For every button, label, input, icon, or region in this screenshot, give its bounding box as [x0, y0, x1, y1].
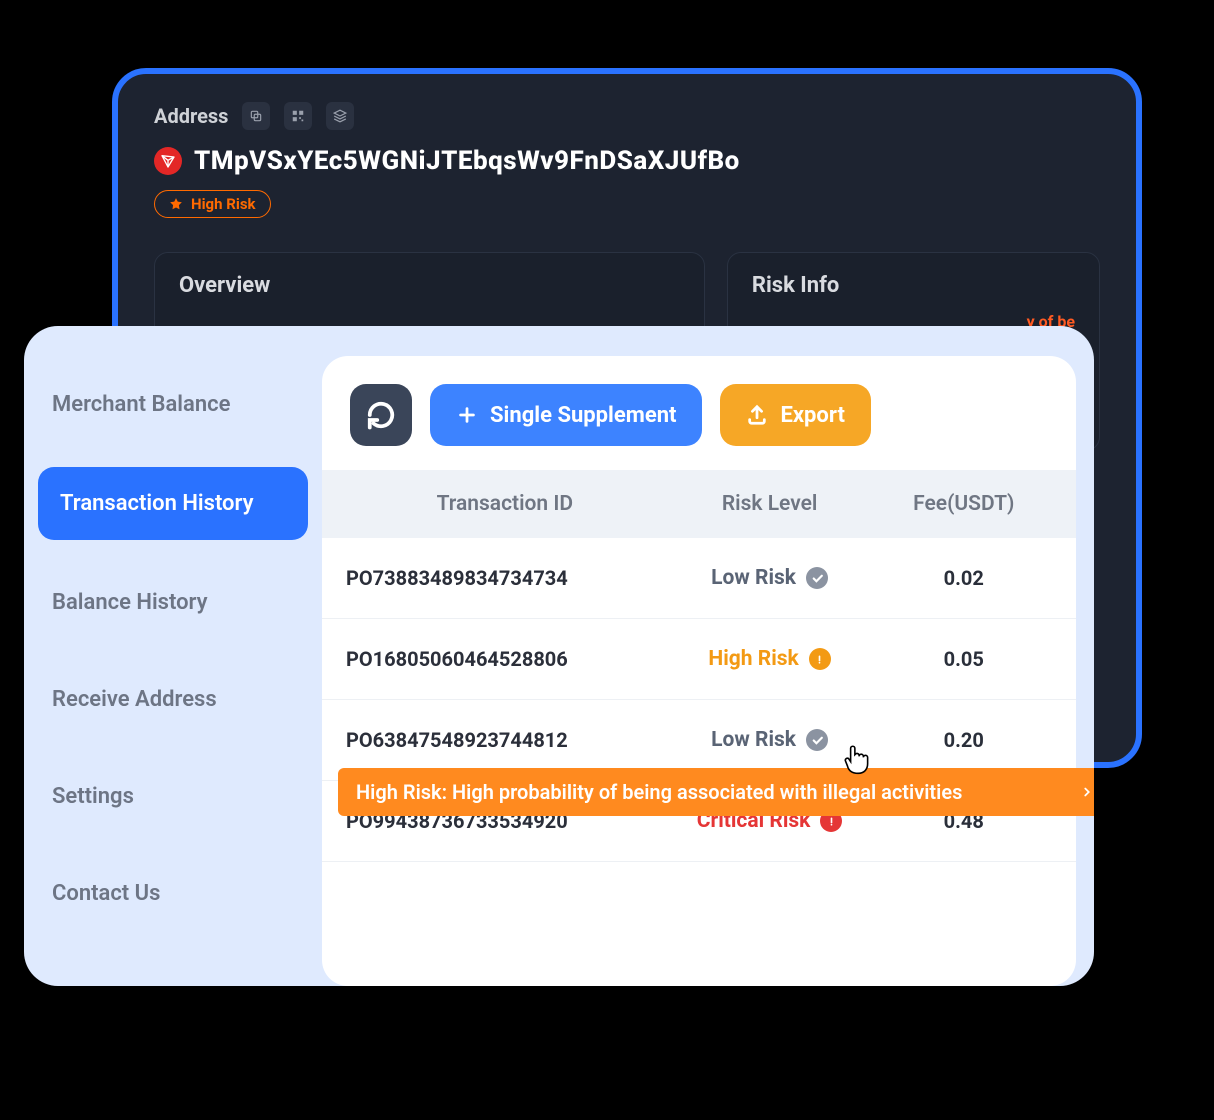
risk-text: High Risk [708, 647, 798, 671]
sidebar-item-transaction-history[interactable]: Transaction History [38, 467, 308, 540]
tron-icon [154, 147, 182, 175]
td-fee: 0.20 [876, 728, 1053, 752]
check-icon [806, 729, 828, 751]
th-transaction-id: Transaction ID [346, 492, 664, 516]
td-risk-level[interactable]: High Risk [664, 647, 876, 671]
alert-icon [809, 648, 831, 670]
risk-tooltip-text: High Risk: High probability of being ass… [356, 780, 962, 804]
overview-title: Overview [179, 273, 680, 298]
address-label: Address [154, 104, 228, 128]
wallet-address: TMpVSxYEc5WGNiJTEbqsWv9FnDSaXJUfBo [194, 146, 740, 176]
risk-pill-label: High Risk [191, 195, 256, 213]
check-icon [806, 567, 828, 589]
td-fee: 0.05 [876, 647, 1053, 671]
sidebar-item-merchant-balance[interactable]: Merchant Balance [24, 370, 322, 439]
table-row[interactable]: PO16805060464528806 High Risk 0.05 [322, 619, 1076, 700]
th-fee: Fee(USDT) [876, 492, 1053, 516]
refresh-button[interactable] [350, 384, 412, 446]
riskinfo-title: Risk Info [752, 273, 1075, 298]
td-transaction-id: PO63847548923744812 [346, 728, 664, 752]
table-row[interactable]: PO73883489834734734 Low Risk 0.02 [322, 538, 1076, 619]
sidebar-item-settings[interactable]: Settings [24, 762, 322, 831]
risk-pill: High Risk [154, 190, 271, 218]
td-transaction-id: PO16805060464528806 [346, 647, 664, 671]
table-header: Transaction ID Risk Level Fee(USDT) [322, 470, 1076, 538]
sidebar-item-contact-us[interactable]: Contact Us [24, 859, 322, 928]
merchant-panel: Merchant Balance Transaction History Bal… [24, 326, 1094, 986]
hand-cursor-icon [840, 742, 874, 776]
sidebar-item-balance-history[interactable]: Balance History [24, 568, 322, 637]
chevron-right-icon [1080, 780, 1094, 804]
td-risk-level: Low Risk [664, 566, 876, 590]
content-area: Single Supplement Export Transaction ID … [322, 356, 1076, 986]
th-risk-level: Risk Level [664, 492, 876, 516]
td-transaction-id: PO73883489834734734 [346, 566, 664, 590]
risk-text: Low Risk [711, 728, 796, 752]
sidebar: Merchant Balance Transaction History Bal… [24, 342, 322, 986]
risk-text: Low Risk [711, 566, 796, 590]
copy-icon[interactable] [242, 102, 270, 130]
td-fee: 0.02 [876, 566, 1053, 590]
single-supplement-label: Single Supplement [490, 403, 676, 428]
single-supplement-button[interactable]: Single Supplement [430, 384, 702, 446]
toolbar: Single Supplement Export [322, 356, 1076, 470]
cube-icon[interactable] [326, 102, 354, 130]
export-label: Export [780, 403, 844, 428]
qr-icon[interactable] [284, 102, 312, 130]
risk-tooltip: High Risk: High probability of being ass… [338, 768, 1094, 816]
sidebar-item-receive-address[interactable]: Receive Address [24, 665, 322, 734]
export-button[interactable]: Export [720, 384, 870, 446]
